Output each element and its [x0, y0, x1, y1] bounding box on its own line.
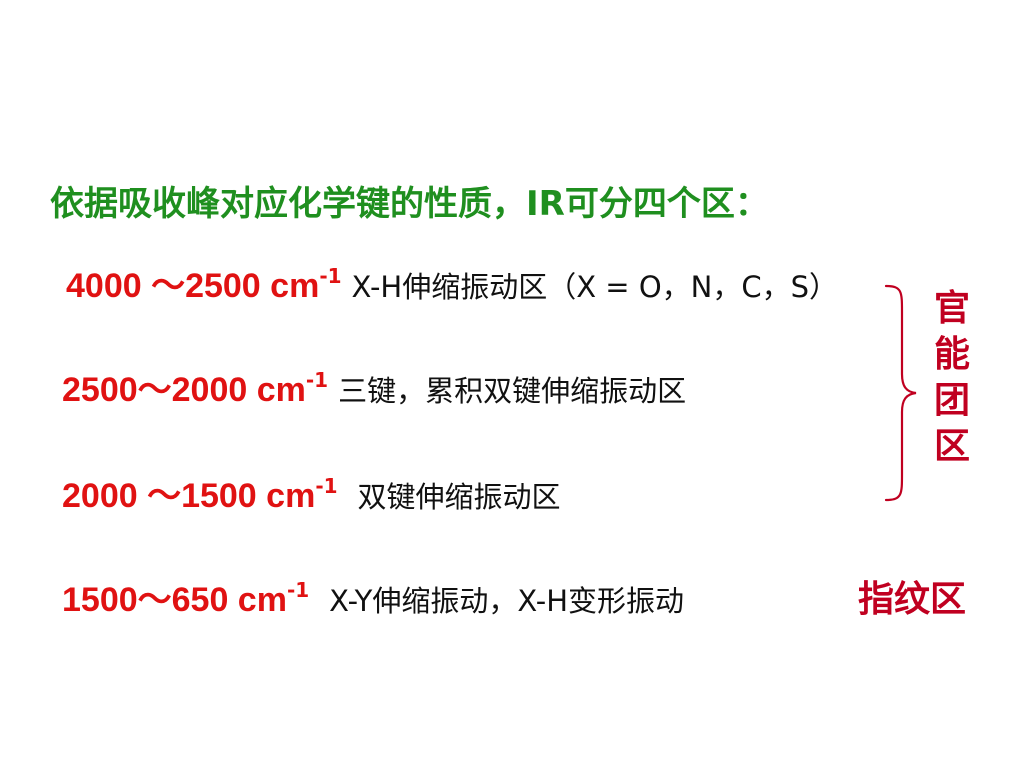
slide-heading: 依据吸收峰对应化学键的性质，IR可分四个区： — [50, 184, 769, 224]
label-char: 区 — [933, 426, 970, 467]
region-description: 三键，累积双键伸缩振动区 — [338, 374, 687, 408]
curly-brace-icon — [884, 284, 917, 502]
label-char: 能 — [933, 334, 970, 375]
fingerprint-region-label: 指纹区 — [858, 579, 967, 620]
label-char: 团 — [933, 380, 970, 421]
region-row-2: 2500～2000 cm-1 三键，累积双键伸缩振动区 — [62, 370, 686, 407]
region-description: X-H伸缩振动区（X = O，N，C，S） — [351, 270, 839, 304]
region-row-4: 1500～650 cm-1 X-Y伸缩振动，X-H变形振动 — [62, 580, 684, 617]
range-label: 1500～650 cm — [62, 581, 287, 619]
unit-exponent: -1 — [286, 578, 310, 602]
region-description: X-Y伸缩振动，X-H变形振动 — [329, 584, 685, 618]
range-label: 4000 ～2500 cm — [66, 267, 320, 305]
region-description: 双键伸缩振动区 — [357, 480, 561, 514]
functional-group-region-label: 官 能 团 区 — [930, 286, 974, 470]
label-char: 官 — [933, 288, 970, 329]
unit-exponent: -1 — [319, 264, 342, 288]
slide: 依据吸收峰对应化学键的性质，IR可分四个区： 4000 ～2500 cm-1 X-… — [0, 0, 1024, 768]
range-label: 2000 ～1500 cm — [62, 477, 316, 515]
region-row-1: 4000 ～2500 cm-1 X-H伸缩振动区（X = O，N，C，S） — [66, 266, 838, 303]
unit-exponent: -1 — [315, 474, 338, 498]
range-label: 2500～2000 cm — [62, 371, 306, 409]
unit-exponent: -1 — [305, 368, 329, 392]
region-row-3: 2000 ～1500 cm-1 双键伸缩振动区 — [62, 476, 561, 513]
